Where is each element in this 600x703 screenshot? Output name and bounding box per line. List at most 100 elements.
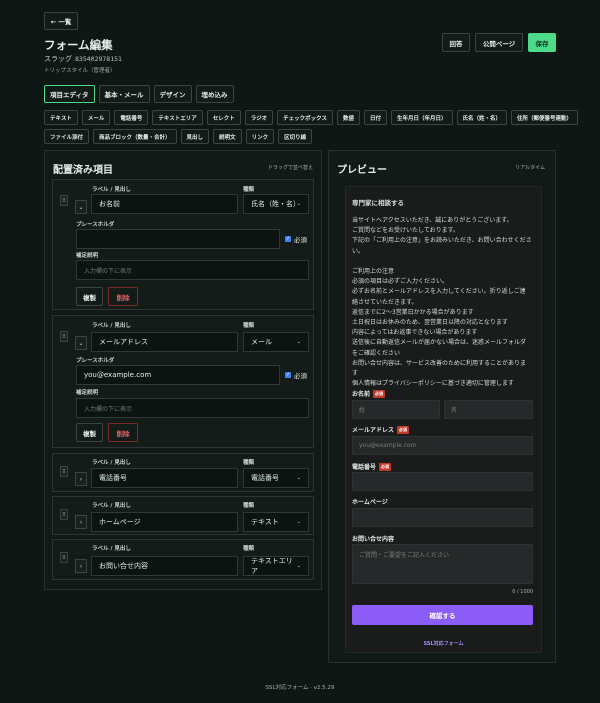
checkbox-checked-icon: ✓ [285, 235, 291, 242]
drag-handle-icon[interactable]: ⠿ [60, 466, 68, 477]
intro-line: 内容によってはお返事できない場合があります [352, 329, 478, 337]
label-caption: ラベル / 見出し [92, 323, 131, 329]
preview-submit-button[interactable]: 確認する [352, 605, 533, 625]
label-input[interactable]: メールアドレス [91, 332, 238, 352]
drag-handle-icon[interactable]: ⠿ [60, 195, 68, 206]
back-button[interactable]: ← 一覧 [44, 12, 78, 30]
drag-hint: ドラッグで並べ替え [267, 165, 313, 171]
add-field-file[interactable]: ファイル添付 [44, 129, 90, 144]
add-field-date[interactable]: 日付 [363, 110, 387, 125]
intro-line: 絡させていただきます。 [352, 298, 418, 306]
editor-tabs: 項目エディタ 基本・メール デザイン 埋め込み [44, 85, 234, 103]
chevron-down-icon[interactable]: ⌄ [75, 336, 87, 350]
chevron-down-icon: ⌄ [296, 519, 301, 525]
drag-handle-icon[interactable]: ⠿ [60, 552, 68, 563]
preview-tel-input[interactable] [352, 472, 533, 491]
type-select-value: テキスト [251, 518, 279, 526]
intro-line: す [352, 370, 359, 378]
placeholder-input[interactable]: you@example.com [76, 365, 280, 385]
label-caption: ラベル / 見出し [92, 460, 131, 466]
tab-item-editor[interactable]: 項目エディタ [44, 85, 95, 103]
answers-button[interactable]: 回答 [442, 33, 470, 52]
slug-value: 835402978151 [75, 55, 122, 63]
add-field-text[interactable]: テキスト [44, 110, 78, 125]
required-label: 必須 [294, 236, 307, 244]
intro-line: い。 [352, 247, 365, 255]
add-field-radio[interactable]: ラジオ [244, 110, 274, 125]
chevron-right-icon[interactable]: › [75, 472, 87, 486]
preview-email-label: メールアドレス 必須 [352, 425, 410, 434]
label-input[interactable]: 電話番号 [91, 468, 238, 488]
preview-heading: 専門家に相談する [352, 199, 404, 207]
intro-line: 個人情報はプライバシーポリシーに基づき適切に管理します [352, 380, 514, 388]
tab-embed[interactable]: 埋め込み [195, 85, 234, 103]
type-caption: 種類 [243, 546, 255, 552]
type-select[interactable]: メール ⌄ [243, 332, 309, 352]
drag-handle-icon[interactable]: ⠿ [60, 509, 68, 520]
footer-version: SSL対応フォーム · v2.5.29 [265, 685, 335, 691]
label-caption: ラベル / 見出し [92, 546, 131, 552]
add-field-number[interactable]: 数値 [336, 110, 360, 125]
add-field-textarea[interactable]: テキストエリア [152, 110, 203, 125]
add-field-fullname[interactable]: 氏名（姓・名） [456, 110, 508, 125]
duplicate-button[interactable]: 複製 [76, 423, 103, 442]
drag-handle-icon[interactable]: ⠿ [60, 331, 68, 342]
label-input[interactable]: お名前 [91, 194, 238, 214]
preview-homepage-input[interactable] [352, 508, 533, 527]
chevron-right-icon[interactable]: › [75, 515, 87, 529]
tab-design[interactable]: デザイン [153, 85, 192, 103]
label-caption: ラベル / 見出し [92, 503, 131, 509]
public-page-button[interactable]: 公開ページ [475, 33, 523, 52]
field-card-homepage: ⠿ › ラベル / 見出し 種類 ホームページ テキスト ⌄ [52, 496, 314, 535]
page-title: フォーム編集 [44, 38, 113, 52]
add-field-tel[interactable]: 電話番号 [114, 110, 149, 125]
add-field-email[interactable]: メール [81, 110, 111, 125]
help-input[interactable]: 入力欄の下に表示 [76, 398, 309, 418]
slug-label: スラッグ [44, 55, 72, 63]
type-select[interactable]: 氏名（姓・名） ⌄ [243, 194, 309, 214]
type-select-value: メール [251, 338, 272, 346]
label-input[interactable]: お問い合せ内容 [91, 556, 238, 576]
delete-button[interactable]: 削除 [108, 423, 138, 442]
required-toggle[interactable]: ✓ 必須 [285, 370, 307, 380]
preview-email-input[interactable]: you@example.com [352, 436, 533, 455]
chevron-right-icon[interactable]: › [75, 559, 87, 573]
add-field-description[interactable]: 説明文 [213, 129, 242, 144]
add-field-heading[interactable]: 見出し [180, 129, 210, 144]
type-select[interactable]: 電話番号 ⌄ [243, 468, 309, 488]
add-field-checkbox[interactable]: チェックボックス [277, 110, 333, 125]
checkbox-checked-icon: ✓ [285, 371, 291, 378]
add-field-divider[interactable]: 区切り線 [278, 129, 313, 144]
required-label: 必須 [294, 372, 307, 380]
chevron-down-icon[interactable]: ⌄ [75, 200, 87, 214]
required-toggle[interactable]: ✓ 必須 [285, 234, 307, 244]
preview-inquiry-textarea[interactable]: ご質問・ご要望をご記入ください [352, 544, 533, 584]
preview-brand-link[interactable]: SSL対応フォーム [345, 639, 542, 649]
help-input[interactable]: 入力欄の下に表示 [76, 260, 309, 280]
type-select[interactable]: テキスト ⌄ [243, 512, 309, 532]
add-field-select[interactable]: セレクト [206, 110, 241, 125]
add-field-link[interactable]: リンク [245, 129, 275, 144]
add-field-birthdate[interactable]: 生年月日（年月日） [391, 110, 453, 125]
placeholder-caption: プレースホルダ [76, 358, 115, 364]
placeholder-input[interactable] [76, 229, 280, 249]
label-input[interactable]: ホームページ [91, 512, 238, 532]
add-field-address[interactable]: 住所（郵便番号連動） [511, 110, 579, 125]
intro-line: 返信までに2～3営業日かかる場合があります [352, 308, 474, 316]
save-button[interactable]: 保存 [528, 33, 556, 52]
intro-line: ご質問などをお受けいたしております。 [352, 227, 460, 235]
preview-last-name-input[interactable]: 姓 [352, 400, 440, 419]
duplicate-button[interactable]: 複製 [76, 287, 103, 306]
label-caption: ラベル / 見出し [92, 187, 131, 193]
field-label: メールアドレス [352, 427, 395, 434]
preview-homepage-label: ホームページ [352, 497, 388, 506]
intro-line: 必須の項目は必ずご入力ください。 [352, 278, 449, 286]
type-select[interactable]: テキストエリア ⌄ [243, 556, 309, 576]
intro-line: お問い合せ内容は、サービス改善のために利用することがありま [352, 359, 527, 367]
add-field-product-block[interactable]: 商品ブロック（数量・合計） [93, 129, 177, 144]
preview-first-name-input[interactable]: 名 [444, 400, 533, 419]
field-label: お問い合せ内容 [352, 536, 395, 543]
delete-button[interactable]: 削除 [108, 287, 138, 306]
tab-basic-mail[interactable]: 基本・メール [98, 85, 150, 103]
type-select-value: 電話番号 [251, 474, 279, 482]
